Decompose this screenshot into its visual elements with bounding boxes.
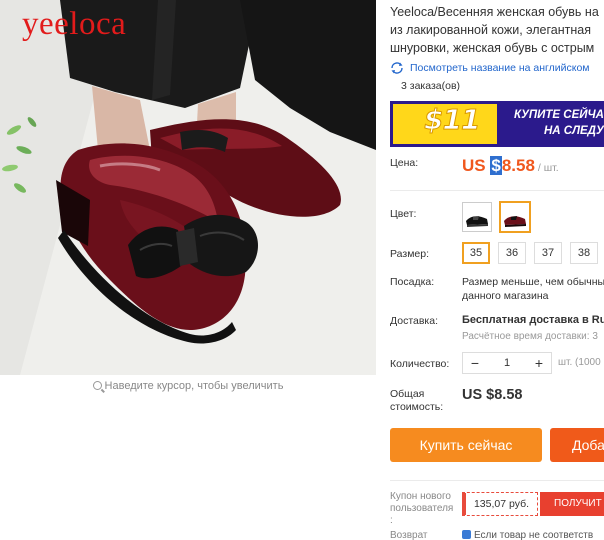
price: US $8.58/ шт. (462, 156, 559, 176)
price-value: 8.58 (501, 156, 535, 175)
translate-link-text: Посмотреть название на английском (410, 62, 590, 74)
size-option-38[interactable]: 38 (570, 242, 598, 264)
new-user-coupon-label: Купон нового пользователя : (390, 491, 453, 527)
product-info-panel: Yeeloca/Весенняя женская обувь на из лак… (390, 0, 604, 540)
magnifier-icon (92, 381, 102, 390)
color-option-black[interactable] (462, 202, 492, 232)
fit-description-line: Размер меньше, чем обычны (462, 276, 604, 288)
black-shoe-thumb-icon (466, 216, 488, 227)
fit-description: Размер меньше, чем обычны данного магази… (462, 275, 604, 303)
total-label-line: Общая (390, 388, 425, 400)
shipping-method[interactable]: Бесплатная доставка в Russ (462, 314, 604, 326)
quantity-label: Количество: (390, 358, 450, 370)
color-option-wine-red[interactable] (499, 201, 531, 233)
product-image[interactable]: yeeloca (0, 0, 376, 375)
coupon-label-line: Купон нового (390, 491, 451, 502)
shipping-estimate: Расчётное время доставки: 3 (462, 331, 598, 342)
color-label: Цвет: (390, 208, 417, 220)
product-title: Yeeloca/Весенняя женская обувь на из лак… (390, 3, 604, 57)
shipping-label: Доставка: (390, 315, 439, 327)
guarantee-icon (462, 530, 471, 539)
price-currency: US $ (462, 156, 502, 175)
size-label: Размер: (390, 248, 430, 260)
promo-amount: $11 (423, 103, 480, 137)
size-option-35[interactable]: 35 (462, 242, 490, 264)
quantity-stepper: − 1 + (462, 352, 552, 374)
size-option-36[interactable]: 36 (498, 242, 526, 264)
divider (390, 190, 604, 191)
promo-text-line2: НА СЛЕДУ (544, 125, 604, 137)
returns-policy: Если товар не соответств (462, 530, 593, 540)
size-option-37[interactable]: 37 (534, 242, 562, 264)
price-unit: / шт. (537, 162, 559, 174)
price-label: Цена: (390, 157, 419, 169)
quantity-available: шт. (1000 ш (558, 357, 604, 368)
zoom-hint-text: Наведите курсор, чтобы увеличить (104, 380, 284, 392)
total-price: US $8.58 (462, 387, 523, 403)
product-title-line: из лакированной кожи, элегантная (390, 23, 592, 37)
translate-icon (391, 62, 403, 74)
promo-text-line1: КУПИТЕ СЕЙЧА (514, 109, 604, 121)
fit-label: Посадка: (390, 276, 435, 288)
view-english-title-link[interactable]: Посмотреть название на английском (390, 61, 604, 75)
promo-banner[interactable]: $11 КУПИТЕ СЕЙЧА НА СЛЕДУ (390, 101, 604, 147)
coupon-amount: 135,07 руб. (462, 492, 538, 516)
returns-label: Возврат (390, 530, 428, 540)
quantity-increase-button[interactable]: + (527, 353, 551, 373)
quantity-input[interactable]: 1 (487, 357, 527, 369)
buy-now-button[interactable]: Купить сейчас (390, 428, 542, 462)
price-currency-symbol: $ (490, 156, 502, 175)
divider (390, 480, 604, 481)
product-title-line: шнуровки, женская обувь с острым (390, 41, 595, 55)
zoom-hint: Наведите курсор, чтобы увеличить (0, 378, 376, 394)
coupon-label-line: : (390, 515, 393, 526)
returns-policy-text: Если товар не соответств (474, 530, 594, 540)
total-label-line: стоимость: (390, 401, 444, 413)
orders-count: 3 заказа(ов) (390, 78, 604, 94)
quantity-decrease-button[interactable]: − (463, 353, 487, 373)
coupon-label-line: пользователя (390, 503, 454, 514)
orders-count-text: 3 заказа(ов) (401, 80, 461, 92)
wine-shoe-thumb-icon (504, 216, 526, 227)
get-coupon-button[interactable]: ПОЛУЧИТ (540, 492, 604, 516)
price-currency-prefix: US (462, 156, 491, 175)
fit-description-line: данного магазина (462, 290, 549, 302)
add-to-cart-button[interactable]: Доба (550, 428, 604, 462)
product-title-line: Yeeloca/Весенняя женская обувь на (390, 5, 599, 19)
total-label: Общая стоимость: (390, 388, 443, 414)
brand-watermark: yeeloca (22, 6, 127, 42)
product-photo-illustration (0, 0, 376, 375)
